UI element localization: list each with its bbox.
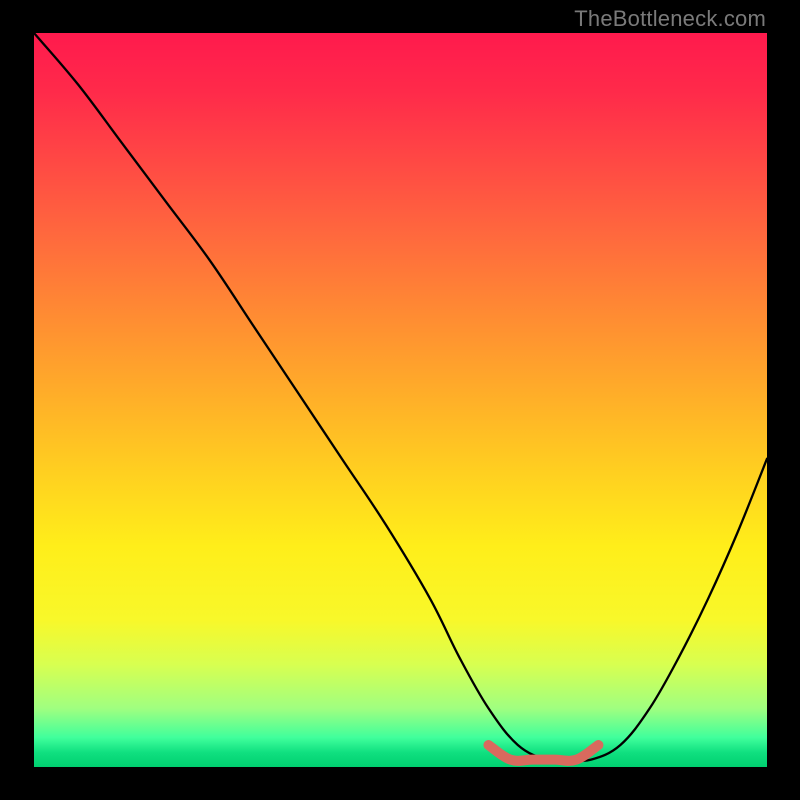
chart-svg [34, 33, 767, 767]
watermark-text: TheBottleneck.com [574, 6, 766, 32]
plot-area [34, 33, 767, 767]
chart-container: TheBottleneck.com [0, 0, 800, 800]
main-curve [34, 33, 767, 761]
valley-marker [488, 745, 598, 761]
